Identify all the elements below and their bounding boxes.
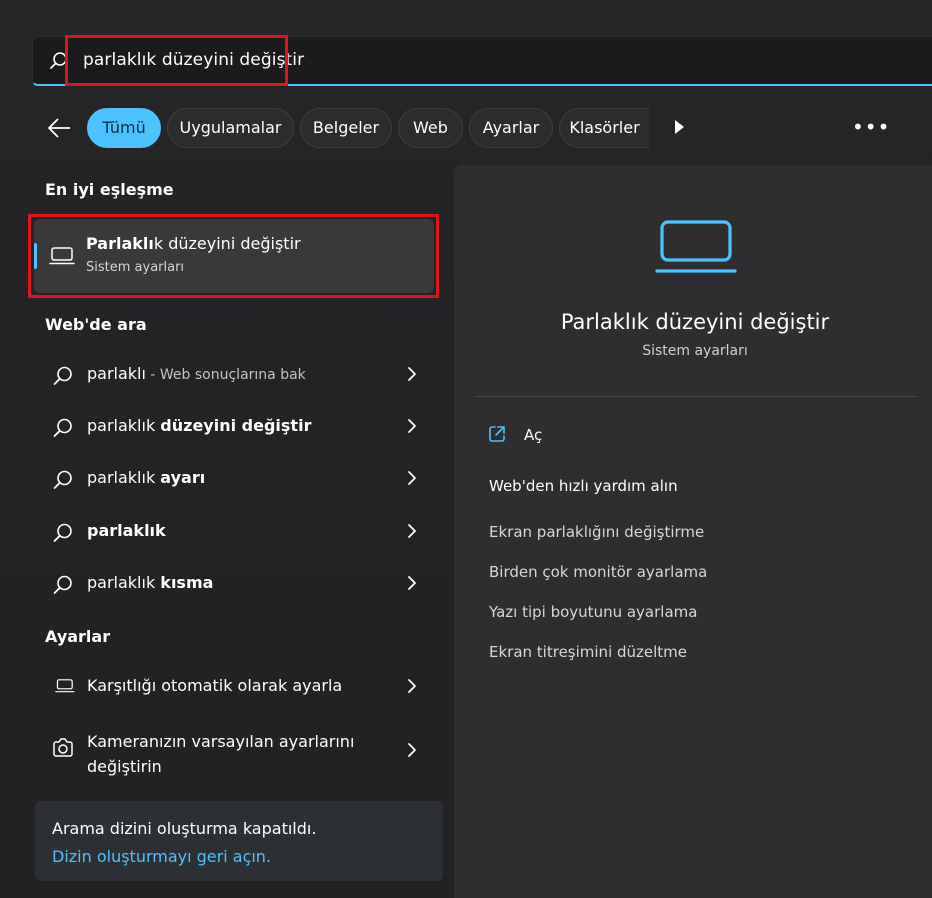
web-suggestion[interactable]: parlaklık ayarı (34, 457, 434, 501)
settings-heading: Ayarlar (45, 627, 111, 646)
web-suggestion-label: parlaklık (87, 521, 166, 540)
camera-icon (53, 738, 73, 757)
search-icon (53, 418, 72, 437)
tab-apps[interactable]: Uygulamalar (167, 108, 294, 148)
best-match-heading: En iyi eşleşme (45, 180, 174, 199)
web-suggestion-label: parlaklık ayarı (87, 468, 206, 487)
tab-folders[interactable]: Klasörler (559, 108, 649, 148)
settings-item-label: Kameranızın varsayılan ayarlarını değişt… (87, 732, 355, 776)
web-suggestion-label: parlaklı - Web sonuçlarına bak (87, 364, 306, 383)
scroll-right-icon[interactable] (673, 119, 685, 135)
divider (474, 396, 917, 397)
tab-web[interactable]: Web (398, 108, 463, 148)
web-suggestion-label: parlaklık düzeyini değiştir (87, 416, 312, 435)
chevron-right-icon (408, 679, 416, 693)
chevron-right-icon (408, 471, 416, 485)
search-icon (53, 366, 72, 385)
highlight-box-search (65, 35, 288, 86)
indexing-notice-text: Arama dizini oluşturma kapatıldı. (52, 819, 317, 838)
chevron-right-icon (408, 743, 416, 757)
preview-subtitle: Sistem ayarları (642, 343, 748, 359)
laptop-icon (55, 679, 75, 693)
help-link[interactable]: Birden çok monitör ayarlama (489, 563, 707, 581)
tab-settings[interactable]: Ayarlar (469, 108, 553, 148)
settings-item-contrast[interactable]: Karşıtlığı otomatik olarak ayarla (34, 665, 434, 709)
web-suggestion[interactable]: parlaklı - Web sonuçlarına bak (34, 353, 434, 397)
search-icon (53, 575, 72, 594)
preview-title: Parlaklık düzeyini değiştir (560, 310, 830, 334)
settings-item-camera[interactable]: Kameranızın varsayılan ayarlarını değişt… (34, 719, 434, 779)
chevron-right-icon (408, 367, 416, 381)
web-suggestion[interactable]: parlaklık (34, 510, 434, 554)
chevron-right-icon (408, 419, 416, 433)
help-link[interactable]: Ekran titreşimini düzeltme (489, 643, 687, 661)
tab-documents[interactable]: Belgeler (300, 108, 392, 148)
indexing-notice: Arama dizini oluşturma kapatıldı. Dizin … (35, 801, 443, 881)
help-link[interactable]: Yazı tipi boyutunu ayarlama (489, 603, 697, 621)
back-arrow-icon[interactable] (46, 115, 72, 141)
preview-panel: Parlaklık düzeyini değiştir Sistem ayarl… (454, 165, 932, 898)
highlight-box-best-match (28, 214, 439, 298)
more-options-button[interactable]: ••• (852, 115, 890, 139)
web-search-heading: Web'de ara (45, 315, 147, 334)
web-help-heading: Web'den hızlı yardım alın (489, 477, 678, 495)
chevron-right-icon (408, 576, 416, 590)
enable-indexing-link[interactable]: Dizin oluşturmayı geri açın. (52, 847, 271, 866)
chevron-right-icon (408, 524, 416, 538)
web-suggestion[interactable]: parlaklık düzeyini değiştir (34, 405, 434, 449)
settings-item-label: Karşıtlığı otomatik olarak ayarla (87, 676, 343, 695)
laptop-icon (655, 220, 737, 273)
web-suggestion[interactable]: parlaklık kısma (34, 562, 434, 606)
help-link[interactable]: Ekran parlaklığını değiştirme (489, 523, 704, 541)
tab-all[interactable]: Tümü (87, 108, 161, 148)
search-icon (53, 470, 72, 489)
open-button[interactable]: Aç (524, 426, 542, 444)
open-external-icon (489, 426, 505, 442)
web-suggestion-label: parlaklık kısma (87, 573, 214, 592)
search-icon (53, 523, 72, 542)
